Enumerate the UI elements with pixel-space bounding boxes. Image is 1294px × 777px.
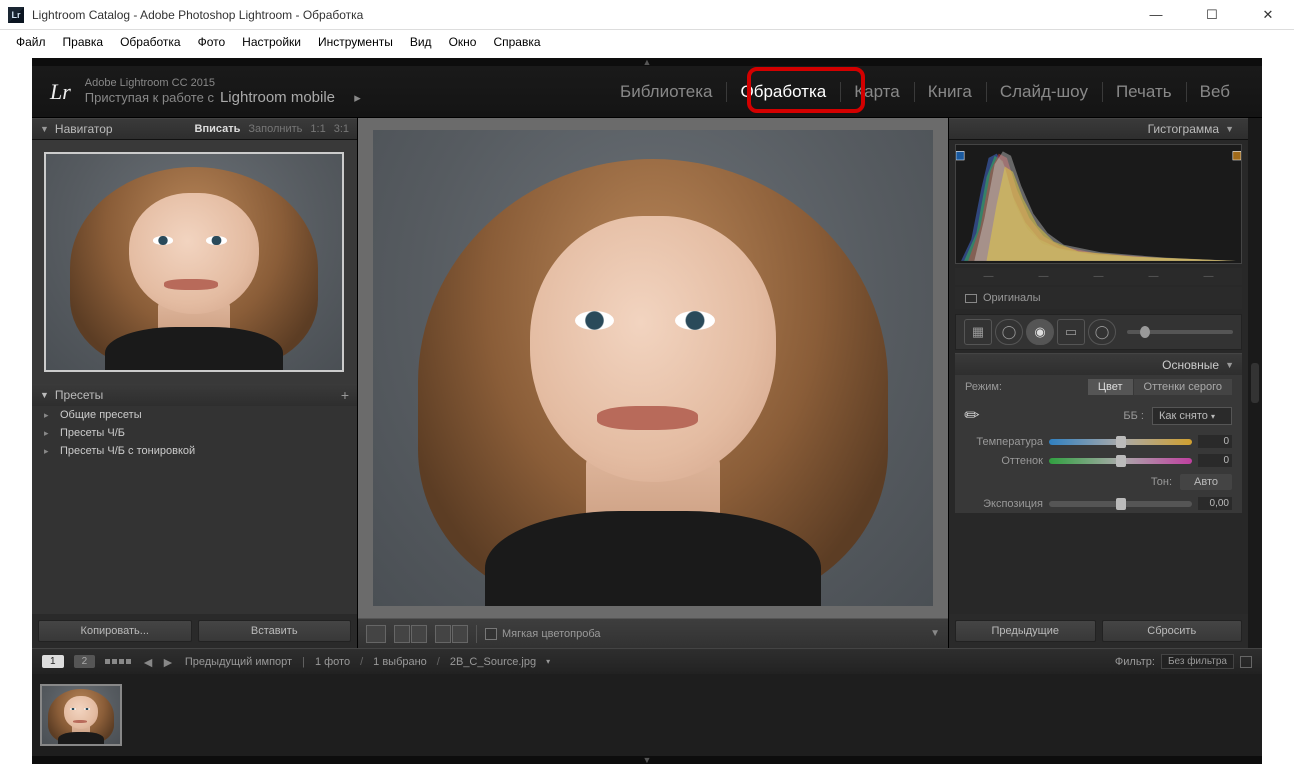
- treatment-bw[interactable]: Оттенки серого: [1134, 379, 1232, 395]
- soft-proof-toggle[interactable]: Мягкая цветопроба: [485, 628, 600, 640]
- treatment-row: Режим: Цвет Оттенки серого: [955, 375, 1242, 399]
- reset-button[interactable]: Сбросить: [1102, 620, 1243, 642]
- top-collapse-arrow[interactable]: ▲: [32, 58, 1262, 66]
- thumbnail[interactable]: [40, 684, 122, 746]
- module-develop[interactable]: Обработка: [726, 76, 840, 108]
- before-after-lr-icon[interactable]: [394, 625, 410, 643]
- filmstrip-header: 1 2 ◄► Предыдущий импорт | 1 фото / 1 вы…: [32, 648, 1262, 674]
- module-slideshow[interactable]: Слайд-шоу: [986, 76, 1102, 108]
- nav-fit[interactable]: Вписать: [195, 123, 241, 135]
- menu-tools[interactable]: Инструменты: [310, 32, 401, 52]
- menu-help[interactable]: Справка: [485, 32, 548, 52]
- histogram-header[interactable]: Гистограмма ▼: [949, 118, 1248, 140]
- redeye-tool-icon[interactable]: ◉: [1026, 319, 1054, 345]
- menu-settings[interactable]: Настройки: [234, 32, 309, 52]
- copy-button[interactable]: Копировать...: [38, 620, 192, 642]
- source-label[interactable]: Предыдущий импорт: [185, 656, 292, 668]
- filter-lock-icon[interactable]: [1240, 656, 1252, 668]
- center-canvas: Мягкая цветопроба ▼: [358, 118, 948, 648]
- minimize-button[interactable]: —: [1138, 5, 1174, 25]
- add-preset-icon[interactable]: +: [341, 387, 349, 403]
- menu-edit[interactable]: Правка: [55, 32, 112, 52]
- maximize-button[interactable]: ☐: [1194, 5, 1230, 25]
- filmstrip[interactable]: [32, 674, 1262, 756]
- lr-logo: Lr: [50, 79, 71, 105]
- main-photo[interactable]: [373, 130, 933, 606]
- module-print[interactable]: Печать: [1102, 76, 1186, 108]
- menu-develop[interactable]: Обработка: [112, 32, 189, 52]
- nav-3-1[interactable]: 3:1: [334, 123, 349, 135]
- before-after-swap-icon[interactable]: [411, 625, 427, 643]
- histogram-info: —————: [955, 268, 1242, 285]
- wb-row: ✎ ББ : Как снято ▾: [955, 399, 1242, 432]
- before-after-tb-icon[interactable]: [435, 625, 451, 643]
- temperature-slider[interactable]: Температура 0: [955, 432, 1242, 451]
- module-book[interactable]: Книга: [914, 76, 986, 108]
- wb-dropdown[interactable]: Как снято ▾: [1152, 407, 1232, 425]
- nav-back-icon[interactable]: ◄: [141, 654, 155, 670]
- app-icon: Lr: [8, 7, 24, 23]
- gradient-tool-icon[interactable]: ▭: [1057, 319, 1085, 345]
- exposure-slider[interactable]: Экспозиция 0,00: [955, 494, 1242, 513]
- filename: 2B_C_Source.jpg: [450, 656, 536, 668]
- menu-photo[interactable]: Фото: [190, 32, 234, 52]
- close-button[interactable]: ✕: [1250, 5, 1286, 25]
- preset-folder[interactable]: Пресеты Ч/Б с тонировкой: [32, 442, 357, 460]
- menu-file[interactable]: Файл: [8, 32, 54, 52]
- originals-row[interactable]: Оригиналы: [955, 287, 1242, 309]
- nav-fill[interactable]: Заполнить: [248, 123, 302, 135]
- auto-tone-button[interactable]: Авто: [1180, 474, 1232, 490]
- brush-size-slider[interactable]: [1127, 330, 1233, 334]
- right-panel: Гистограмма ▼ ————— Оригиналы: [948, 118, 1248, 648]
- histogram[interactable]: [955, 144, 1242, 264]
- paste-button[interactable]: Вставить: [198, 620, 352, 642]
- loupe-view-icon[interactable]: [366, 625, 386, 643]
- right-panel-grip[interactable]: [1248, 118, 1262, 648]
- preset-folder[interactable]: Общие пресеты: [32, 406, 357, 424]
- module-web[interactable]: Веб: [1186, 76, 1244, 108]
- eyedropper-icon[interactable]: ✎: [960, 403, 986, 429]
- menubar: Файл Правка Обработка Фото Настройки Инс…: [0, 30, 1294, 54]
- grid-view-icon[interactable]: [105, 659, 131, 664]
- basic-panel-header[interactable]: Основные▼: [955, 353, 1242, 375]
- identity-plate[interactable]: Adobe Lightroom CC 2015 Приступая к рабо…: [85, 77, 361, 106]
- module-map[interactable]: Карта: [840, 76, 914, 108]
- radial-tool-icon[interactable]: ◯: [1088, 319, 1116, 345]
- tint-slider[interactable]: Оттенок 0: [955, 451, 1242, 470]
- previous-button[interactable]: Предыдущие: [955, 620, 1096, 642]
- menu-view[interactable]: Вид: [402, 32, 440, 52]
- module-library[interactable]: Библиотека: [606, 76, 726, 108]
- bottom-collapse-arrow[interactable]: ▼: [32, 756, 1262, 764]
- presets-header[interactable]: ▼ Пресеты +: [32, 384, 357, 406]
- module-picker: Библиотека Обработка Карта Книга Слайд-ш…: [606, 76, 1244, 108]
- toolbar-menu-icon[interactable]: ▼: [930, 628, 940, 639]
- nav-fwd-icon[interactable]: ►: [161, 654, 175, 670]
- left-panel: ▼ Навигатор Вписать Заполнить 1:1 3:1 ▼ …: [32, 118, 358, 648]
- develop-toolbar: Мягкая цветопроба ▼: [358, 618, 948, 648]
- checkbox-icon: [965, 294, 977, 303]
- secondary-display[interactable]: 2: [74, 655, 96, 668]
- preset-list: Общие пресеты Пресеты Ч/Б Пресеты Ч/Б с …: [32, 406, 357, 614]
- primary-display[interactable]: 1: [42, 655, 64, 668]
- tone-row: Тон: Авто: [955, 470, 1242, 494]
- menu-window[interactable]: Окно: [441, 32, 485, 52]
- window-title: Lightroom Catalog - Adobe Photoshop Ligh…: [32, 8, 363, 22]
- titlebar: Lr Lightroom Catalog - Adobe Photoshop L…: [0, 0, 1294, 30]
- filter-dropdown[interactable]: Без фильтра: [1161, 654, 1234, 669]
- checkbox-icon[interactable]: [485, 628, 497, 640]
- spot-tool-icon[interactable]: ◯: [995, 319, 1023, 345]
- tool-strip: ▦ ◯ ◉ ▭ ◯: [955, 314, 1242, 350]
- preset-folder[interactable]: Пресеты Ч/Б: [32, 424, 357, 442]
- navigator-header[interactable]: ▼ Навигатор Вписать Заполнить 1:1 3:1: [32, 118, 357, 140]
- app-header: Lr Adobe Lightroom CC 2015 Приступая к р…: [32, 66, 1262, 118]
- nav-1-1[interactable]: 1:1: [310, 123, 325, 135]
- navigator-preview[interactable]: [44, 152, 344, 372]
- before-after-split-icon[interactable]: [452, 625, 468, 643]
- crop-tool-icon[interactable]: ▦: [964, 319, 992, 345]
- treatment-color[interactable]: Цвет: [1088, 379, 1133, 395]
